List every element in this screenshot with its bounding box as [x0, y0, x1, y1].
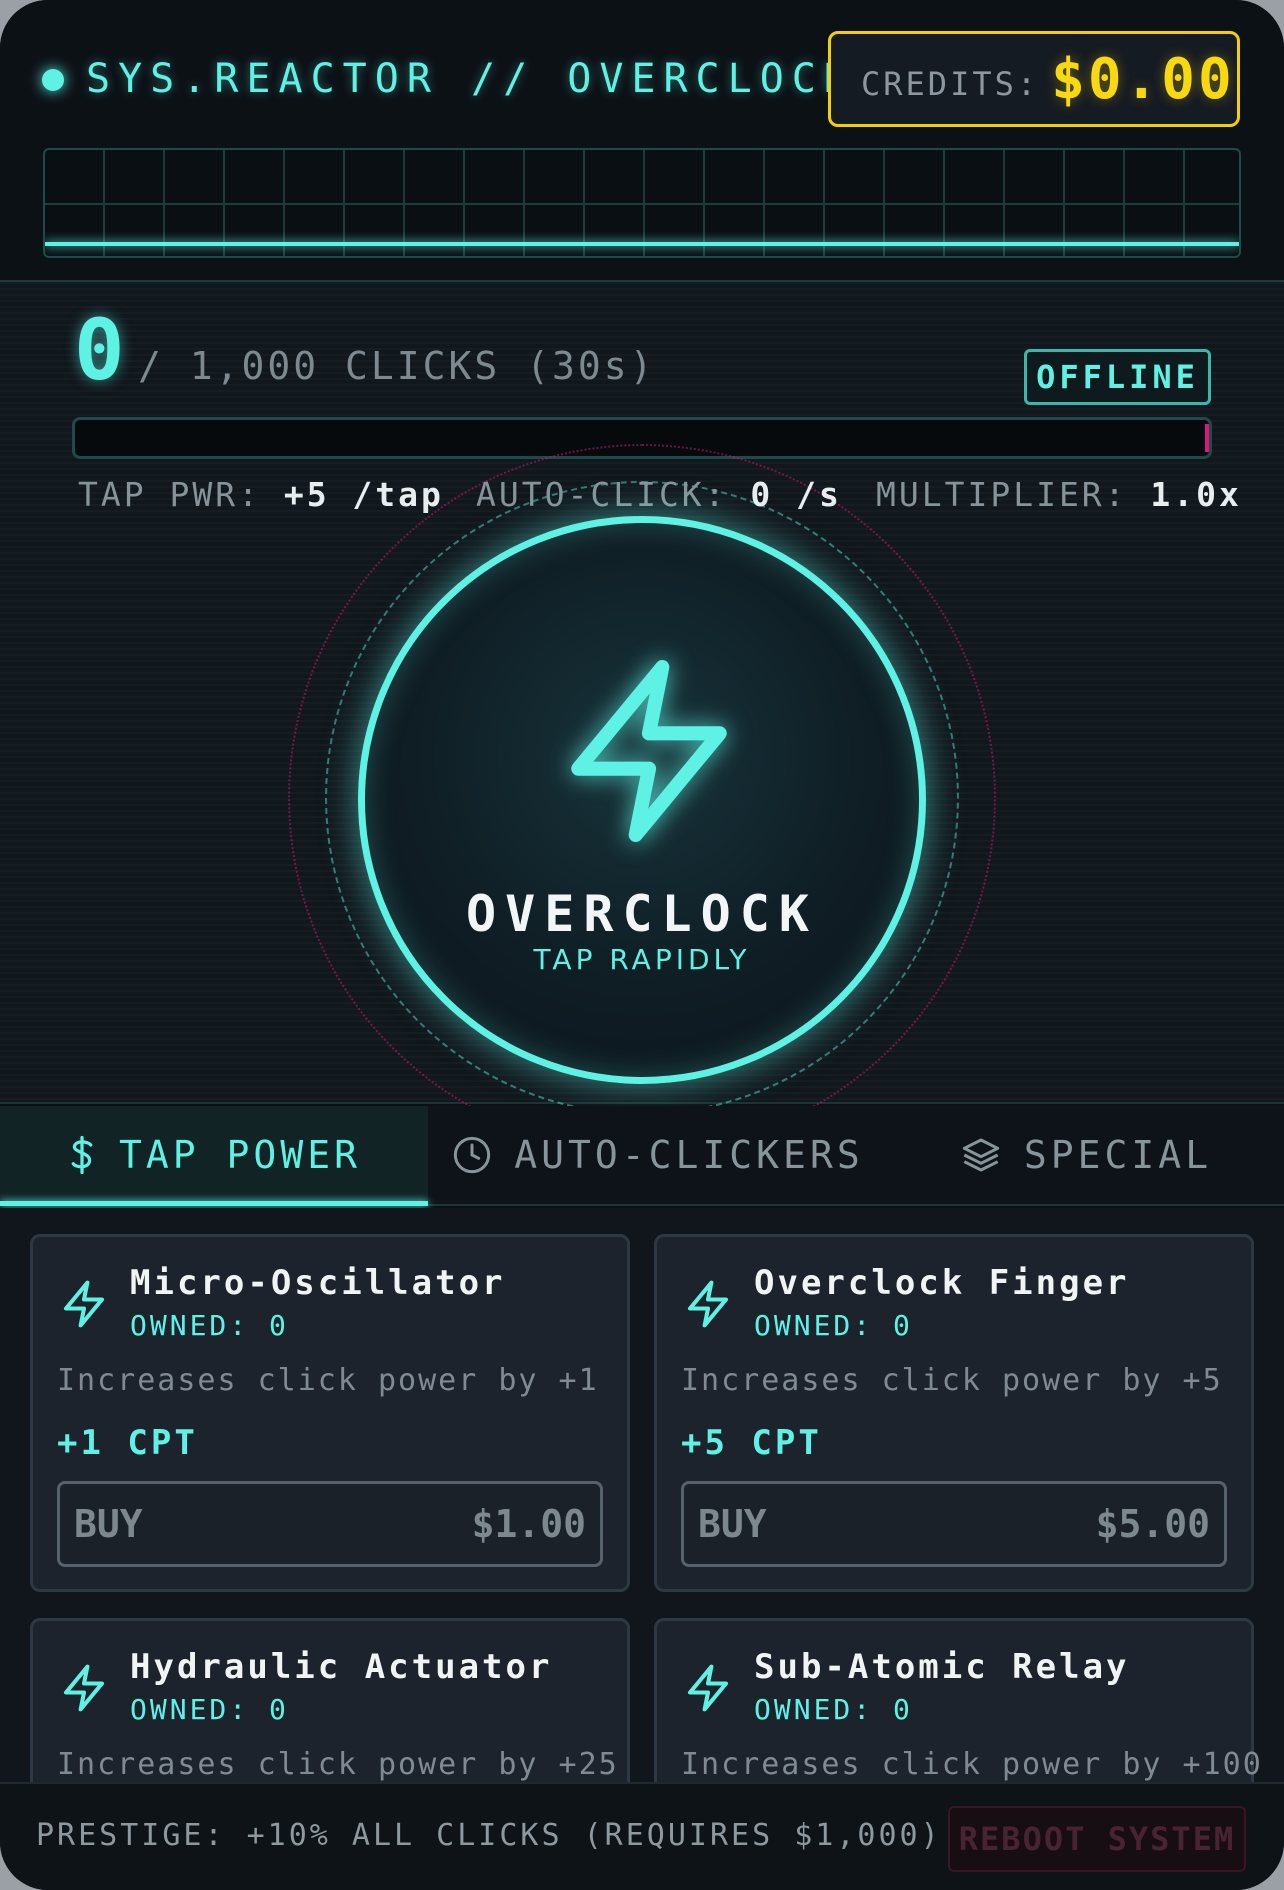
upgrade-list: Micro-Oscillator OWNED: 0 Increases clic…	[0, 1208, 1284, 1782]
auto-click-value: 0 /s	[750, 475, 842, 514]
activity-graph-line	[45, 242, 1239, 246]
footer-bar: PRESTIGE: +10% ALL CLICKS (REQUIRES $1,0…	[0, 1782, 1284, 1890]
overclock-label: OVERCLOCK	[466, 885, 818, 943]
status-badge: OFFLINE	[1024, 349, 1211, 405]
upgrade-description: Increases click power by +25	[57, 1747, 619, 1782]
status-dot-icon	[42, 69, 64, 91]
tap-power-label: TAP PWR:	[78, 475, 261, 514]
overclock-hint: TAP RAPIDLY	[533, 943, 751, 976]
multiplier-stat: MULTIPLIER: 1.0x	[876, 474, 1242, 516]
tab-tap-power[interactable]: TAP POWER	[0, 1106, 428, 1206]
lightning-bolt-icon	[63, 1664, 105, 1712]
upgrade-owned: OWNED: 0	[130, 1693, 289, 1726]
tab-auto-clickers-label: AUTO-CLICKERS	[514, 1133, 864, 1177]
auto-click-stat: AUTO-CLICK: 0 /s	[476, 474, 842, 516]
tap-power-value: +5 /tap	[283, 475, 444, 514]
upgrade-cpt: +1 CPT	[57, 1423, 198, 1463]
credits-label: CREDITS:	[861, 65, 1040, 103]
dollar-icon	[67, 1135, 97, 1175]
upgrade-name: Hydraulic Actuator	[130, 1647, 553, 1687]
layers-icon	[960, 1135, 1002, 1175]
credits-value: $0.00	[1051, 46, 1235, 112]
buy-label: BUY	[698, 1502, 767, 1546]
click-progress-cap	[1205, 424, 1209, 452]
upgrade-owned: OWNED: 0	[130, 1309, 289, 1342]
buy-button[interactable]: BUY $5.00	[681, 1481, 1227, 1567]
upgrade-description: Increases click power by +1	[57, 1363, 599, 1398]
lightning-bolt-icon	[571, 660, 727, 842]
upgrade-card-micro-oscillator: Micro-Oscillator OWNED: 0 Increases clic…	[30, 1234, 630, 1592]
multiplier-value: 1.0x	[1150, 475, 1242, 514]
upgrade-card-hydraulic-actuator: Hydraulic Actuator OWNED: 0 Increases cl…	[30, 1618, 630, 1782]
upgrade-card-overclock-finger: Overclock Finger OWNED: 0 Increases clic…	[654, 1234, 1254, 1592]
tap-power-stat: TAP PWR: +5 /tap	[78, 474, 444, 516]
upgrade-owned: OWNED: 0	[754, 1309, 913, 1342]
auto-click-label: AUTO-CLICK:	[476, 475, 728, 514]
click-target: / 1,000 CLICKS (30s)	[138, 344, 656, 388]
buy-price: $1.00	[471, 1502, 586, 1546]
tab-special[interactable]: SPECIAL	[888, 1106, 1284, 1204]
upgrade-description: Increases click power by +100	[681, 1747, 1263, 1782]
lightning-bolt-icon	[687, 1664, 729, 1712]
reboot-system-button[interactable]: REBOOT SYSTEM	[948, 1806, 1246, 1872]
upgrade-name: Sub-Atomic Relay	[754, 1647, 1130, 1687]
credits-display: CREDITS: $0.00	[828, 31, 1240, 127]
tab-auto-clickers[interactable]: AUTO-CLICKERS	[428, 1106, 888, 1204]
clock-icon	[452, 1135, 492, 1175]
tab-special-label: SPECIAL	[1023, 1133, 1213, 1177]
upgrade-name: Micro-Oscillator	[130, 1263, 506, 1303]
buy-price: $5.00	[1095, 1502, 1210, 1546]
app-title: SYS.REACTOR // OVERCLOCK	[86, 56, 856, 102]
activity-graph	[43, 148, 1241, 258]
upgrade-cpt: +5 CPT	[681, 1423, 822, 1463]
lightning-bolt-icon	[63, 1280, 105, 1328]
buy-label: BUY	[74, 1502, 143, 1546]
shop-tabs: TAP POWER AUTO-CLICKERS SPECIAL	[0, 1106, 1284, 1206]
upgrade-owned: OWNED: 0	[754, 1693, 913, 1726]
buy-button[interactable]: BUY $1.00	[57, 1481, 603, 1567]
app-frame: SYS.REACTOR // OVERCLOCK CREDITS: $0.00 …	[0, 0, 1284, 1890]
upgrade-description: Increases click power by +5	[681, 1363, 1223, 1398]
multiplier-label: MULTIPLIER:	[876, 475, 1128, 514]
upgrade-name: Overclock Finger	[754, 1263, 1130, 1303]
overclock-button[interactable]: OVERCLOCK TAP RAPIDLY	[358, 516, 926, 1084]
lightning-bolt-icon	[687, 1280, 729, 1328]
click-count: 0	[74, 301, 125, 399]
header: SYS.REACTOR // OVERCLOCK CREDITS: $0.00	[0, 0, 1284, 282]
prestige-info: PRESTIGE: +10% ALL CLICKS (REQUIRES $1,0…	[36, 1818, 942, 1853]
upgrade-card-sub-atomic-relay: Sub-Atomic Relay OWNED: 0 Increases clic…	[654, 1618, 1261, 1782]
tab-tap-power-label: TAP POWER	[119, 1133, 361, 1177]
